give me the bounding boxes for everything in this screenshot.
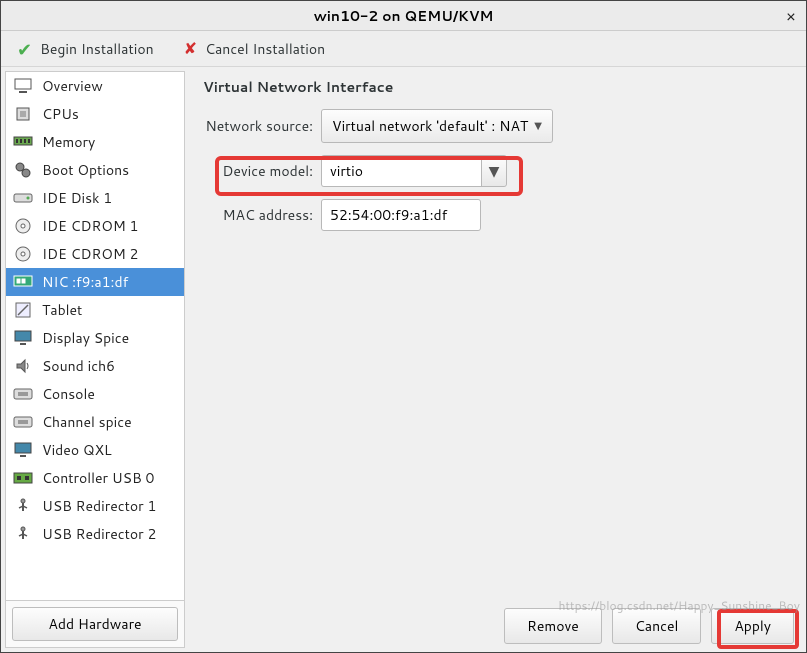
sidebar-item-display[interactable]: Display Spice: [6, 324, 184, 352]
overview-icon: [12, 76, 34, 96]
sidebar-item-label: Display Spice: [42, 328, 129, 348]
chevron-down-icon: ▼: [534, 119, 542, 133]
sidebar-item-tablet[interactable]: Tablet: [6, 296, 184, 324]
sidebar-item-overview[interactable]: Overview: [6, 72, 184, 100]
add-hardware-button[interactable]: Add Hardware: [12, 607, 178, 641]
x-icon: ✘: [184, 37, 197, 60]
sidebar-item-label: Channel spice: [42, 412, 132, 432]
sidebar: Overview CPUs Memory Boot Options IDE Di…: [5, 71, 185, 648]
toolbar: ✔ Begin Installation ✘ Cancel Installati…: [1, 31, 806, 67]
sidebar-item-controller[interactable]: Controller USB 0: [6, 464, 184, 492]
add-hardware-area: Add Hardware: [6, 600, 184, 647]
content: Overview CPUs Memory Boot Options IDE Di…: [1, 67, 806, 652]
sidebar-item-video[interactable]: Video QXL: [6, 436, 184, 464]
tablet-icon: [12, 300, 34, 320]
sidebar-item-label: USB Redirector 2: [42, 524, 156, 544]
begin-label: Begin Installation: [40, 39, 154, 59]
cancel-installation-button[interactable]: ✘ Cancel Installation: [178, 33, 332, 64]
controller-icon: [12, 468, 34, 488]
network-source-label: Network source:: [203, 116, 313, 136]
sidebar-item-label: IDE Disk 1: [42, 188, 112, 208]
device-model-label: Device model:: [203, 161, 313, 181]
sidebar-item-console[interactable]: Console: [6, 380, 184, 408]
check-icon: ✔: [17, 36, 32, 62]
mac-address-row: MAC address:: [203, 199, 792, 231]
begin-installation-button[interactable]: ✔ Begin Installation: [11, 32, 160, 66]
cpu-icon: [12, 104, 34, 124]
console-icon: [12, 384, 34, 404]
device-model-row: Device model: ▼: [203, 155, 792, 187]
nic-icon: [12, 272, 34, 292]
sidebar-item-label: Boot Options: [42, 160, 129, 180]
cdrom-icon: [12, 216, 34, 236]
usb-icon: [12, 524, 34, 544]
display-icon: [12, 328, 34, 348]
device-model-dropdown-button[interactable]: ▼: [481, 155, 507, 187]
sidebar-item-label: Overview: [42, 76, 103, 96]
sidebar-item-label: Console: [42, 384, 95, 404]
sidebar-item-memory[interactable]: Memory: [6, 128, 184, 156]
sidebar-item-label: USB Redirector 1: [42, 496, 156, 516]
footer-buttons: Remove Cancel Apply: [504, 608, 794, 644]
cancel-button[interactable]: Cancel: [612, 608, 702, 644]
sidebar-item-cdrom2[interactable]: IDE CDROM 2: [6, 240, 184, 268]
close-icon[interactable]: ×: [786, 5, 796, 28]
cdrom-icon: [12, 244, 34, 264]
sidebar-item-cpus[interactable]: CPUs: [6, 100, 184, 128]
channel-icon: [12, 412, 34, 432]
network-source-row: Network source: Virtual network 'default…: [203, 109, 792, 143]
sidebar-item-channel[interactable]: Channel spice: [6, 408, 184, 436]
sidebar-item-label: Controller USB 0: [42, 468, 154, 488]
sidebar-item-sound[interactable]: Sound ich6: [6, 352, 184, 380]
sidebar-item-cdrom1[interactable]: IDE CDROM 1: [6, 212, 184, 240]
sidebar-item-label: Sound ich6: [42, 356, 115, 376]
sidebar-item-label: IDE CDROM 2: [42, 244, 138, 264]
sidebar-item-nic[interactable]: NIC :f9:a1:df: [6, 268, 184, 296]
sidebar-item-usbredir1[interactable]: USB Redirector 1: [6, 492, 184, 520]
chevron-down-icon: ▼: [489, 161, 500, 181]
sidebar-item-label: Tablet: [42, 300, 82, 320]
sidebar-item-label: IDE CDROM 1: [42, 216, 138, 236]
window-title: win10-2 on QEMU/KVM: [314, 6, 494, 26]
remove-button[interactable]: Remove: [504, 608, 602, 644]
device-model-input[interactable]: [321, 155, 481, 187]
sidebar-item-label: Memory: [42, 132, 95, 152]
network-source-dropdown[interactable]: Virtual network 'default' : NAT ▼: [321, 109, 553, 143]
panel-title: Virtual Network Interface: [203, 77, 792, 97]
network-source-value: Virtual network 'default' : NAT: [332, 116, 528, 136]
usb-icon: [12, 496, 34, 516]
device-model-combo[interactable]: ▼: [321, 155, 507, 187]
mac-address-label: MAC address:: [203, 205, 313, 225]
sidebar-item-label: NIC :f9:a1:df: [42, 272, 128, 292]
memory-icon: [12, 132, 34, 152]
video-icon: [12, 440, 34, 460]
device-list: Overview CPUs Memory Boot Options IDE Di…: [6, 72, 184, 600]
boot-icon: [12, 160, 34, 180]
main-panel: Virtual Network Interface Network source…: [189, 67, 806, 652]
mac-address-input[interactable]: [321, 199, 481, 231]
sidebar-item-boot[interactable]: Boot Options: [6, 156, 184, 184]
sidebar-item-label: Video QXL: [42, 440, 112, 460]
sidebar-item-usbredir2[interactable]: USB Redirector 2: [6, 520, 184, 548]
titlebar: win10-2 on QEMU/KVM ×: [1, 1, 806, 31]
cancel-install-label: Cancel Installation: [205, 39, 325, 59]
sound-icon: [12, 356, 34, 376]
apply-button[interactable]: Apply: [711, 608, 794, 644]
disk-icon: [12, 188, 34, 208]
sidebar-item-disk1[interactable]: IDE Disk 1: [6, 184, 184, 212]
sidebar-item-label: CPUs: [42, 104, 79, 124]
